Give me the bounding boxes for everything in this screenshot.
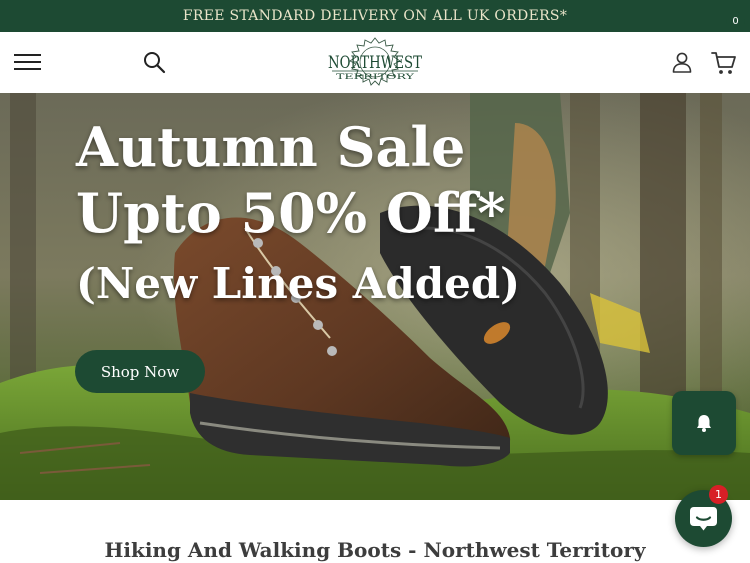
cart-count-badge: 0 xyxy=(726,12,745,31)
hero-banner: Autumn Sale Upto 50% Off* (New Lines Add… xyxy=(0,93,750,500)
logo-subtitle: TERRITORY xyxy=(336,73,415,81)
notification-button[interactable] xyxy=(672,391,736,455)
hero-headline-line-3: (New Lines Added) xyxy=(76,259,521,308)
site-header: NORTHWEST TERRITORY xyxy=(0,32,750,94)
shop-now-button[interactable]: Shop Now xyxy=(75,350,205,393)
chat-bubble-icon xyxy=(690,507,717,531)
bell-icon xyxy=(697,415,711,432)
promo-text: FREE STANDARD DELIVERY ON ALL UK ORDERS* xyxy=(182,8,568,24)
search-icon[interactable] xyxy=(142,50,166,74)
hamburger-menu-icon[interactable] xyxy=(14,52,41,72)
brand-logo[interactable]: NORTHWEST TERRITORY xyxy=(326,37,424,91)
chat-unread-badge: 1 xyxy=(709,485,728,504)
user-icon[interactable] xyxy=(671,51,693,73)
section-title: Hiking And Walking Boots - Northwest Ter… xyxy=(104,538,646,562)
logo-wordmark: NORTHWEST xyxy=(328,53,423,73)
promo-bar: FREE STANDARD DELIVERY ON ALL UK ORDERS* xyxy=(0,0,750,32)
hero-headline-line-2: Upto 50% Off* xyxy=(76,181,506,245)
cart-icon[interactable] xyxy=(711,50,737,76)
hero-headline-line-1: Autumn Sale xyxy=(76,115,466,179)
